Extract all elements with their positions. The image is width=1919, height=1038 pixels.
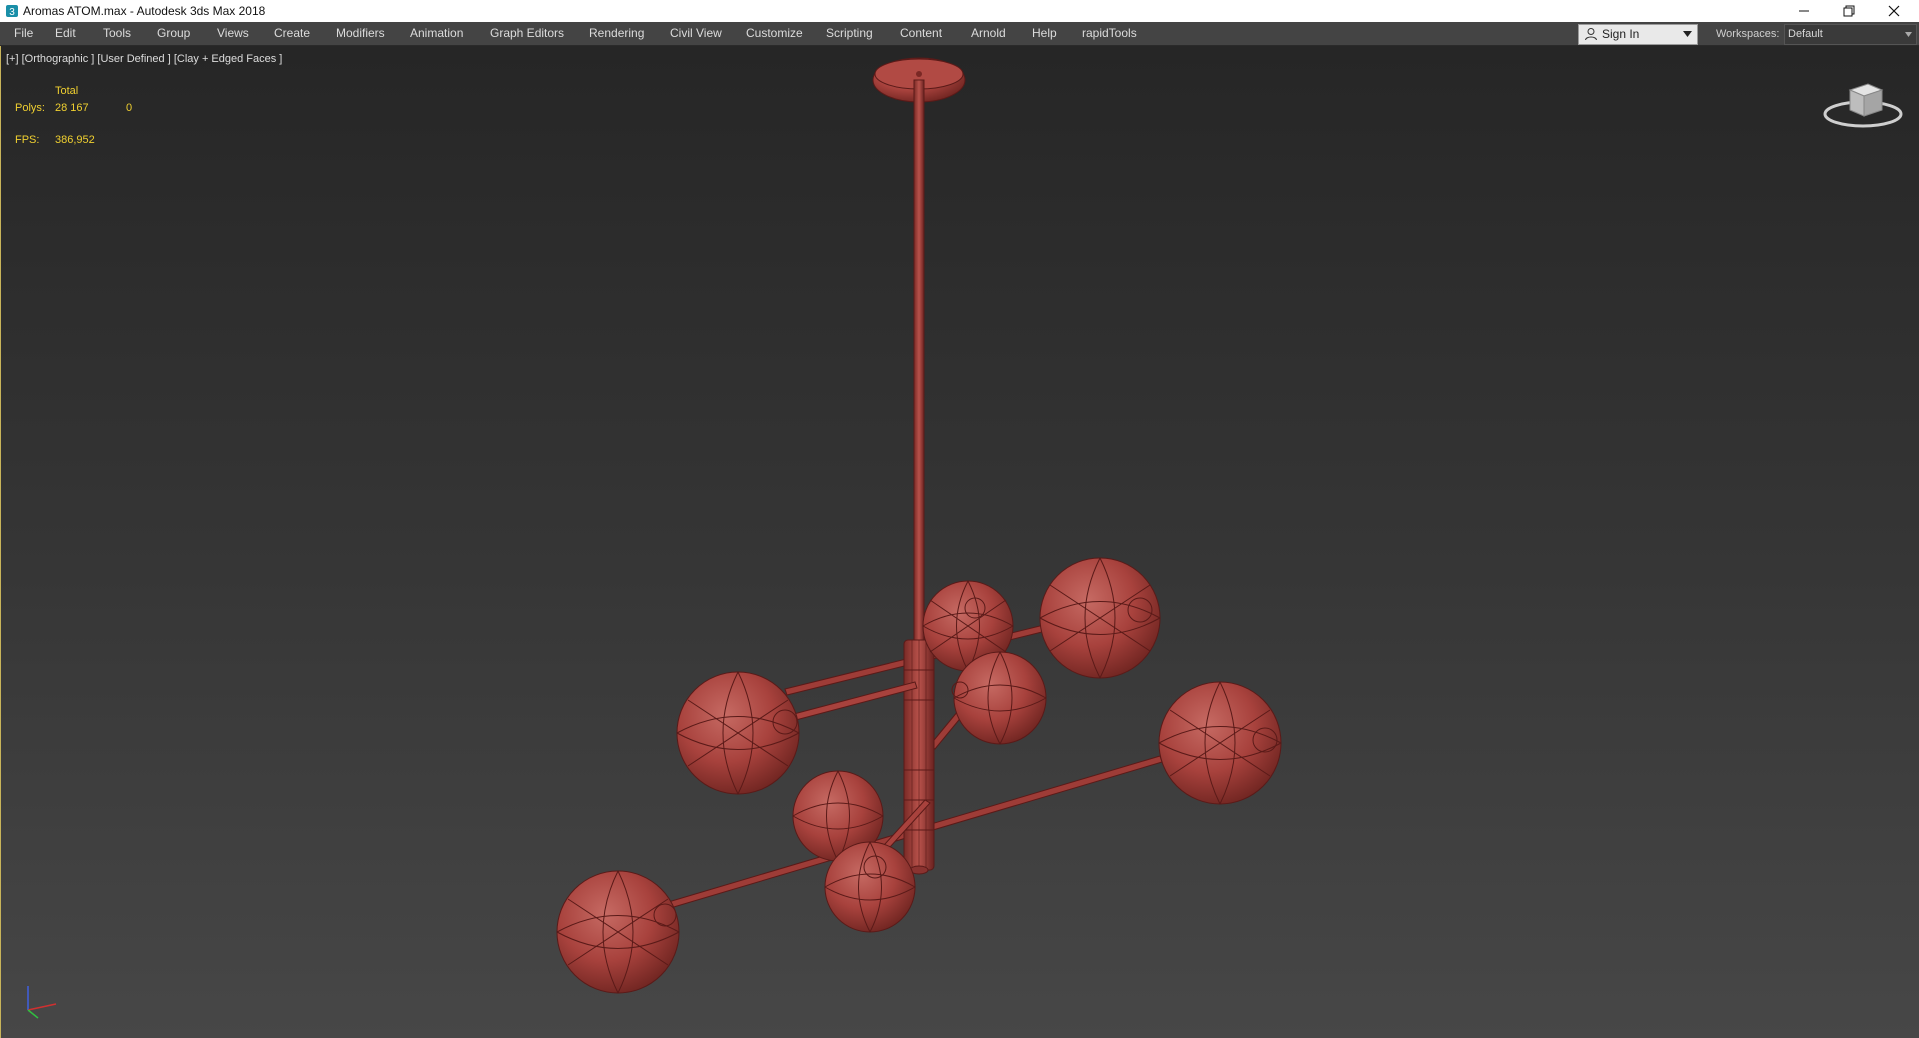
menu-animation[interactable]: Animation: [410, 26, 463, 40]
workspaces-label: Workspaces:: [1716, 28, 1780, 40]
app-icon: 3: [6, 5, 18, 18]
menu-scripting[interactable]: Scripting: [826, 26, 873, 40]
menu-content[interactable]: Content: [900, 26, 942, 40]
chandelier-stem: [903, 79, 935, 875]
menu-create[interactable]: Create: [274, 26, 310, 40]
window-title: Aromas ATOM.max - Autodesk 3ds Max 2018: [23, 4, 266, 18]
menu-rendering[interactable]: Rendering: [589, 26, 644, 40]
maximize-icon: [1843, 5, 1855, 17]
restore-button[interactable]: [1826, 0, 1872, 22]
globe-top-right: [1039, 557, 1161, 679]
sign-in-button[interactable]: Sign In: [1578, 24, 1698, 45]
menu-civil-view[interactable]: Civil View: [670, 26, 722, 40]
globe-bottom-left: [556, 870, 680, 994]
svg-text:3: 3: [9, 7, 15, 18]
menu-graph-editors[interactable]: Graph Editors: [490, 26, 564, 40]
menu-rapidtools[interactable]: rapidTools: [1082, 26, 1137, 40]
sign-in-label: Sign In: [1602, 27, 1640, 41]
chandelier-model[interactable]: [0, 46, 1919, 1038]
minimize-button[interactable]: [1781, 0, 1827, 22]
menu-group[interactable]: Group: [157, 26, 190, 40]
workspaces-value: Default: [1788, 28, 1823, 40]
menu-modifiers[interactable]: Modifiers: [336, 26, 385, 40]
close-button[interactable]: [1871, 0, 1917, 22]
globe-right: [1158, 681, 1282, 805]
close-icon: [1888, 5, 1900, 17]
title-bar: 3 Aromas ATOM.max - Autodesk 3ds Max 201…: [0, 0, 1919, 23]
menu-help[interactable]: Help: [1032, 26, 1057, 40]
menu-customize[interactable]: Customize: [746, 26, 803, 40]
user-icon: [1585, 28, 1597, 41]
minimize-icon: [1799, 10, 1809, 12]
chevron-down-icon: [1905, 32, 1912, 37]
menu-tools[interactable]: Tools: [103, 26, 131, 40]
menu-file[interactable]: File: [14, 26, 33, 40]
globe-bottom-center: [824, 841, 916, 933]
chevron-down-icon[interactable]: [1683, 31, 1692, 37]
menu-edit[interactable]: Edit: [55, 26, 76, 40]
viewcube-icon[interactable]: [1822, 78, 1904, 132]
menu-arnold[interactable]: Arnold: [971, 26, 1006, 40]
workspaces-dropdown[interactable]: Default: [1784, 24, 1917, 45]
globe-left: [676, 671, 800, 795]
menu-views[interactable]: Views: [217, 26, 249, 40]
axis-tripod-icon: [27, 986, 57, 1019]
